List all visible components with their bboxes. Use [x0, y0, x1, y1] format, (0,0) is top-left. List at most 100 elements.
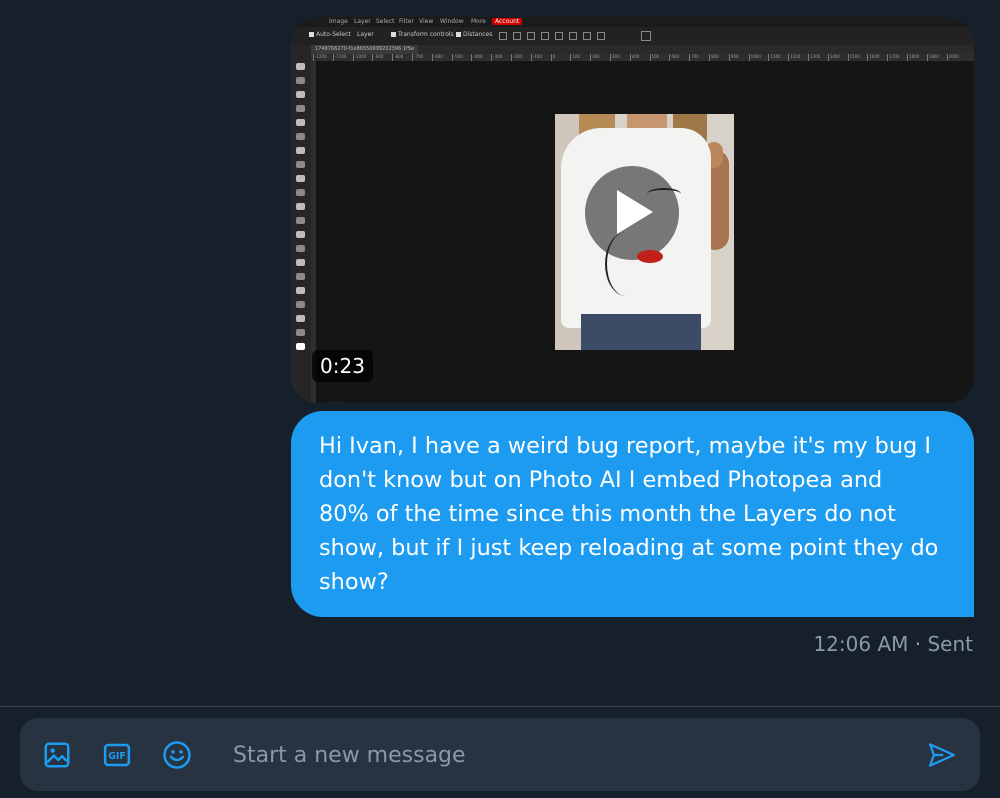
ruler-tick: [788, 54, 790, 61]
ruler-label: -700: [414, 54, 424, 59]
ruler-label: 500: [651, 54, 660, 59]
lasso-tool-icon: [296, 91, 305, 98]
align-icon: [527, 32, 535, 40]
ruler-label: -400: [473, 54, 483, 59]
message-timestamp: 12:06 AM: [813, 632, 909, 656]
document-tab: 1749766270-f1e86550999202396 1f5e: [311, 45, 418, 54]
gif-icon: GIF: [103, 743, 131, 767]
text-tool-icon: [296, 273, 305, 280]
ruler-tick: [530, 54, 532, 61]
ruler-tick: [313, 54, 314, 61]
ruler-label: 1900: [928, 54, 939, 59]
align-icon: [541, 32, 549, 40]
ruler-label: 600: [671, 54, 680, 59]
photopea-tools-panel: [291, 45, 311, 403]
photopea-toolbar: Auto-Select Layer Transform controls Dis…: [291, 27, 974, 45]
shape-tool-icon: [296, 301, 305, 308]
layer-select: Layer: [357, 31, 374, 38]
menu-item: Select: [376, 18, 395, 25]
send-button[interactable]: [927, 740, 957, 770]
ruler-tick: [689, 54, 691, 61]
photopea-tabbar: 1749766270-f1e86550999202396 1f5e: [311, 45, 974, 54]
brush-tool-icon: [296, 161, 305, 168]
align-icon: [499, 32, 507, 40]
ruler-tick: [748, 54, 750, 61]
menu-item-account: Account: [492, 18, 523, 25]
ruler-label: -500: [453, 54, 463, 59]
align-icon: [583, 32, 591, 40]
ruler-tick: [847, 54, 849, 61]
align-icon: [597, 32, 605, 40]
message-status: Sent: [927, 632, 973, 656]
add-image-button[interactable]: [42, 740, 72, 770]
ruler-tick: [431, 54, 433, 61]
history-brush-tool-icon: [296, 189, 305, 196]
stamp-tool-icon: [296, 175, 305, 182]
align-icon: [513, 32, 521, 40]
ruler-label: 100: [572, 54, 581, 59]
heal-tool-icon: [296, 147, 305, 154]
ruler-tick: [629, 54, 631, 61]
ruler-label: 1100: [770, 54, 781, 59]
ruler-tick: [451, 54, 453, 61]
add-gif-button[interactable]: GIF: [102, 740, 132, 770]
ruler-label: 1300: [810, 54, 821, 59]
ruler-label: 900: [730, 54, 739, 59]
ruler-tick: [511, 54, 512, 61]
hand-tool-icon: [296, 315, 305, 322]
message-meta: 12:06 AM · Sent: [813, 632, 973, 656]
ruler-tick: [610, 54, 611, 61]
svg-text:GIF: GIF: [108, 751, 126, 762]
ruler-tick: [649, 54, 651, 61]
ruler-tick: [808, 54, 809, 61]
video-thumbnail: [555, 114, 734, 350]
menu-item: Filter: [399, 18, 414, 25]
ruler-tick: [926, 54, 928, 61]
ruler-tick: [570, 54, 572, 61]
eraser-tool-icon: [296, 203, 305, 210]
add-emoji-button[interactable]: [162, 740, 192, 770]
menu-item: More: [471, 18, 486, 25]
ruler-tick: [887, 54, 889, 61]
video-duration: 0:23: [312, 350, 373, 382]
ruler-label: -1200: [315, 54, 327, 59]
grid-icon: [641, 31, 651, 41]
crop-tool-icon: [296, 119, 305, 126]
ruler-tick: [709, 54, 710, 61]
message-line: don't know but on Photo AI I embed Photo…: [319, 467, 883, 493]
ruler-label: 800: [711, 54, 719, 59]
transform-controls-label: Transform controls: [398, 31, 454, 38]
emoji-icon: [163, 741, 191, 769]
photopea-status-text: · · · · ·: [329, 400, 343, 403]
pen-tool-icon: [296, 259, 305, 266]
marquee-tool-icon: [296, 77, 305, 84]
message-input[interactable]: [233, 738, 893, 772]
gradient-tool-icon: [296, 217, 305, 224]
ruler-label: 400: [631, 54, 640, 59]
zoom-tool-icon: [296, 329, 305, 336]
ruler-label: -100: [532, 54, 542, 59]
message-bubble[interactable]: Hi Ivan, I have a weird bug report, mayb…: [291, 411, 974, 617]
ruler-tick: [946, 54, 948, 61]
menu-item: Layer: [354, 18, 371, 25]
ruler-tick: [332, 54, 334, 61]
ruler-label: 700: [691, 54, 699, 59]
ruler-label: -900: [374, 54, 384, 59]
ruler-label: 1600: [869, 54, 880, 59]
meta-separator: ·: [914, 632, 922, 656]
auto-select-label: Auto-Select: [316, 31, 351, 38]
video-attachment[interactable]: Image Layer Select Filter View Window Mo…: [291, 17, 974, 403]
ruler-label: -1100: [334, 54, 347, 59]
ruler-label: 0: [552, 54, 556, 59]
ruler-label: 1500: [849, 54, 860, 59]
wand-tool-icon: [296, 105, 305, 112]
color-swatch-icon: [296, 343, 305, 350]
align-icon: [569, 32, 577, 40]
message-composer: GIF: [20, 718, 980, 791]
ruler-label: 1400: [829, 54, 840, 59]
ruler-label: 1200: [790, 54, 801, 59]
ruler-label: -600: [433, 54, 443, 59]
ruler-label: 2000: [948, 54, 959, 59]
ruler-tick: [907, 54, 908, 61]
path-tool-icon: [296, 287, 305, 294]
